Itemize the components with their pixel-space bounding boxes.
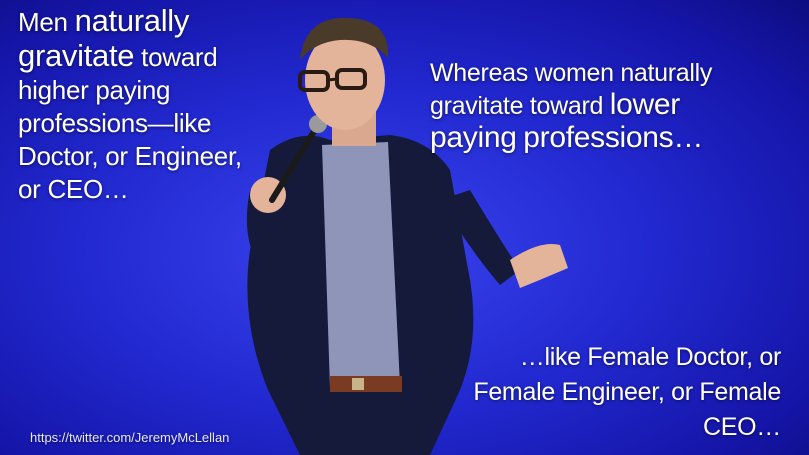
left-caption-line3: gravitate [18,38,135,73]
bottom-caption: …like Female Doctor, or Female Engineer,… [473,343,781,441]
right-caption-line3: professions… [523,121,704,154]
source-url: https://twitter.com/JeremyMcLellan [30,430,230,445]
left-caption: Men naturally gravitate toward higher pa… [18,4,258,206]
left-caption-line1: Men [18,7,68,37]
left-caption-line2: naturally [74,3,190,38]
meme-image: Men naturally gravitate toward higher pa… [0,0,809,455]
right-caption: Whereas women naturally gravitate toward… [430,58,750,155]
